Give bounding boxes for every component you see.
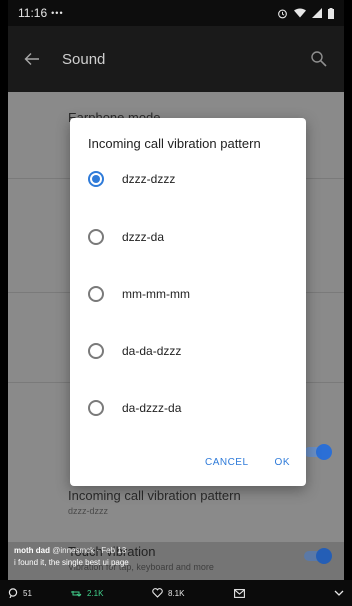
dialog-actions: CANCEL OK (205, 457, 290, 468)
radio-button[interactable] (88, 229, 104, 245)
retweet-button[interactable]: 2.1K (70, 589, 152, 598)
option-label: da-da-dzzz (122, 344, 182, 358)
option-dzzz-dzzz[interactable]: dzzz-dzzz (88, 168, 175, 190)
app-bar-title: Sound (62, 50, 106, 68)
dialog-title: Incoming call vibration pattern (88, 136, 261, 151)
option-label: mm-mm-mm (122, 287, 190, 301)
reply-button[interactable]: 51 (8, 588, 70, 598)
envelope-icon (234, 588, 245, 598)
tweet-meta: @innesmck · Feb 13 (52, 546, 127, 555)
chevron-down-icon (334, 590, 344, 597)
option-mm-mm-mm[interactable]: mm-mm-mm (88, 283, 190, 305)
toggle-switch[interactable] (304, 444, 332, 460)
cancel-button[interactable]: CANCEL (205, 457, 249, 468)
tweet-text: i found it, the single best ui page (14, 558, 129, 567)
radio-button-selected[interactable] (88, 171, 104, 187)
setting-subtitle: dzzz-dzzz (68, 506, 109, 516)
wifi-icon (294, 8, 306, 18)
ok-button[interactable]: OK (275, 457, 290, 468)
tweet-author[interactable]: moth dad (14, 546, 50, 555)
heart-icon (152, 588, 163, 598)
status-bar: 11:16 ••• (8, 0, 344, 26)
option-label: dzzz-dzzz (122, 172, 176, 186)
status-time: 11:16 (18, 6, 48, 20)
reply-icon (8, 588, 18, 598)
option-da-dzzz-da[interactable]: da-dzzz-da (88, 397, 181, 419)
radio-button[interactable] (88, 400, 104, 416)
retweet-icon (70, 589, 82, 598)
signal-icon (312, 8, 322, 18)
vibration-pattern-dialog: Incoming call vibration pattern dzzz-dzz… (70, 118, 306, 486)
like-count: 8.1K (168, 588, 185, 598)
phone-screen: 11:16 ••• Sound Earphone mode (8, 0, 344, 580)
reply-count: 51 (23, 588, 32, 598)
setting-incoming-call-vibration[interactable]: Incoming call vibration pattern dzzz-dzz… (68, 488, 241, 516)
option-label: da-dzzz-da (122, 401, 182, 415)
radio-button[interactable] (88, 343, 104, 359)
option-label: dzzz-da (122, 230, 165, 244)
setting-title: Incoming call vibration pattern (68, 488, 241, 503)
tweet-action-bar: 51 2.1K 8.1K (0, 580, 352, 606)
radio-button[interactable] (88, 286, 104, 302)
status-icons (277, 7, 334, 19)
option-da-da-dzzz[interactable]: da-da-dzzz (88, 340, 181, 362)
option-dzzz-da[interactable]: dzzz-da (88, 226, 164, 248)
like-button[interactable]: 8.1K (152, 588, 234, 598)
tweet-overlay: moth dad @innesmck · Feb 13 i found it, … (8, 542, 344, 580)
app-bar: Sound (8, 26, 344, 92)
battery-icon (328, 7, 334, 19)
alarm-icon (277, 8, 288, 19)
more-options-button[interactable] (334, 590, 344, 597)
search-icon[interactable] (310, 50, 328, 68)
retweet-count: 2.1K (87, 588, 104, 598)
status-notification-dots: ••• (51, 8, 64, 18)
back-arrow-icon[interactable] (24, 52, 40, 66)
direct-message-button[interactable] (234, 588, 304, 598)
